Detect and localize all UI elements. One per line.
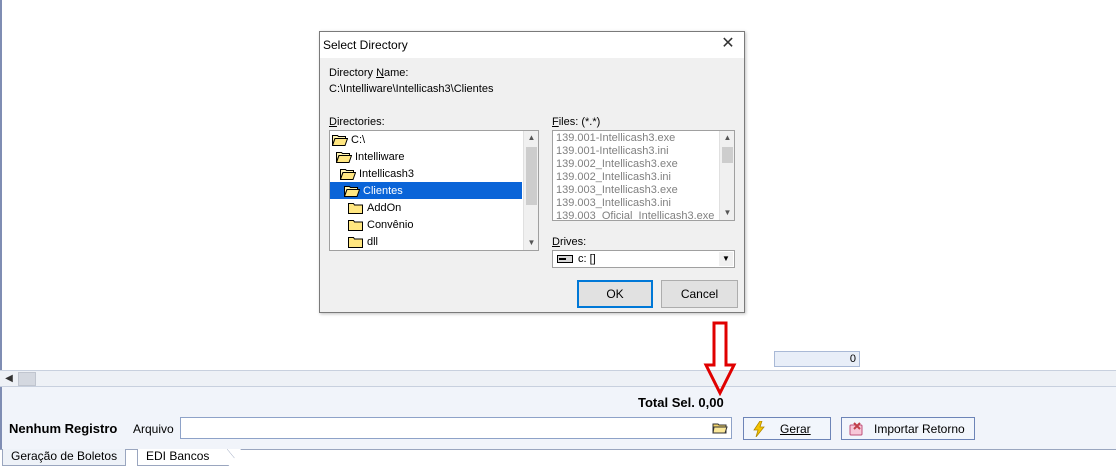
dir-item-dll[interactable]: dll [348,233,378,250]
dir-label: Convênio [367,218,414,231]
folder-closed-icon [348,219,363,231]
importar-retorno-button[interactable]: Importar Retorno [841,417,975,440]
horizontal-scrollbar[interactable]: ◀ [0,370,1116,387]
folder-open-icon [340,168,356,180]
file-item[interactable]: 139.002_Intellicash3.exe [556,158,678,171]
tab-geracao-boletos[interactable]: Geração de Boletos [2,449,127,466]
count-value: 0 [774,351,860,367]
close-icon[interactable]: ✕ [720,36,736,52]
gerar-label: Gerar [780,421,811,436]
dir-label: Clientes [363,184,403,197]
footer-panel: Total Sel. 0,00 Nenhum Registro Arquivo … [0,387,1116,449]
folder-closed-icon [348,202,363,214]
file-item[interactable]: 139.003_Intellicash3.ini [556,197,671,210]
files-label: Files: (*.*) [552,116,601,128]
dir-item-convenio[interactable]: Convênio [348,216,413,233]
folder-open-icon [344,185,360,197]
cancel-button[interactable]: Cancel [661,280,738,308]
scroll-up-icon[interactable]: ▲ [720,131,734,145]
total-selected: Total Sel. 0,00 [638,395,724,410]
directory-name-label: Directory Name: [329,67,409,79]
arquivo-input[interactable] [181,418,701,438]
file-item[interactable]: 139.001-Intellicash3.ini [556,145,669,158]
dir-item-intellicash3[interactable]: Intellicash3 [340,165,414,182]
folder-open-icon [332,134,348,146]
status-label: Nenhum Registro [9,421,118,436]
lightning-icon [753,420,765,437]
import-icon [849,421,863,435]
gerar-button[interactable]: Gerar [743,417,831,440]
red-arrow-down-icon [703,321,737,396]
dir-item-c-root[interactable]: C:\ [332,131,365,148]
scroll-left-arrow-icon[interactable]: ◀ [2,372,16,386]
file-item[interactable]: 139.001-Intellicash3.exe [556,132,675,145]
scroll-down-icon[interactable]: ▼ [720,206,734,220]
dir-item-addon[interactable]: AddOn [348,199,401,216]
dialog-title: Select Directory [323,38,408,52]
importar-label: Importar Retorno [874,421,965,436]
scroll-thumb[interactable] [526,147,537,205]
dialog-titlebar[interactable]: Select Directory ✕ [320,32,744,58]
drive-icon [557,255,573,263]
bottom-tab-bar: Geração de Boletos EDI Bancos [0,449,1116,466]
dir-label: AddOn [367,201,402,214]
dir-label: Intellicash3 [359,167,415,180]
dir-label: C:\ [351,133,366,146]
drives-label: Drives: [552,236,587,248]
drives-select[interactable]: c: [] ▼ [552,250,735,268]
files-scrollbar[interactable]: ▲ ▼ [719,131,734,220]
dir-label: Intelliware [355,150,405,163]
scroll-up-icon[interactable]: ▲ [524,131,538,145]
files-list[interactable]: 139.001-Intellicash3.exe 139.001-Intelli… [552,130,735,221]
directories-list[interactable]: C:\ Intelliware Intellicash3 Clientes Ad… [329,130,539,251]
dir-label: dll [367,235,379,248]
drive-value: c: [] [578,253,596,265]
file-item[interactable]: 139.002_Intellicash3.ini [556,171,671,184]
dir-item-intelliware[interactable]: Intelliware [336,148,405,165]
directories-scrollbar[interactable]: ▲ ▼ [523,131,538,250]
file-item[interactable]: 139.003_Oficial_Intellicash3.exe [556,210,714,220]
ok-button[interactable]: OK [577,280,653,308]
scroll-thumb[interactable] [722,147,733,163]
file-item[interactable]: 139.003_Intellicash3.exe [556,184,678,197]
scroll-thumb[interactable] [18,372,36,386]
select-directory-dialog: Select Directory ✕ Directory Name: C:\In… [319,31,745,313]
chevron-down-icon[interactable]: ▼ [719,252,733,266]
dir-item-clientes[interactable]: Clientes [330,182,522,199]
arquivo-label: Arquivo [133,422,174,436]
folder-closed-icon [348,236,363,248]
tab-edi-bancos[interactable]: EDI Bancos [137,449,241,466]
directories-label: Directories: [329,116,385,128]
scroll-down-icon[interactable]: ▼ [524,236,538,250]
directory-path: C:\Intelliware\Intellicash3\Clientes [329,83,494,95]
browse-folder-icon[interactable] [711,420,729,436]
arquivo-field[interactable] [180,417,732,439]
folder-open-icon [336,151,352,163]
